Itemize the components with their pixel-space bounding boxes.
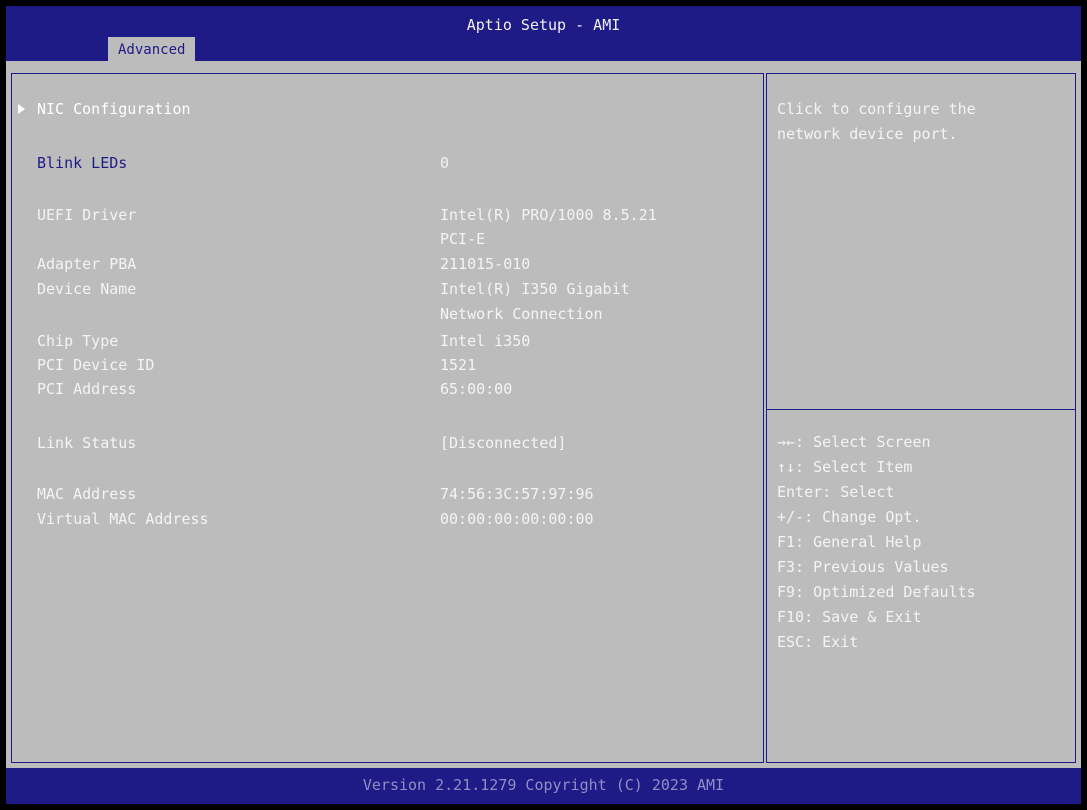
triangle-right-icon [18,104,25,114]
key-hint-select-item: ↑↓: Select Item [777,458,913,476]
mac-address-value: 74:56:3C:57:97:96 [440,485,594,503]
chip-type-value: Intel i350 [440,332,531,350]
pci-device-id-label: PCI Device ID [37,356,155,374]
device-name-value-cont: Network Connection [440,305,603,323]
version-text: Version 2.21.1279 Copyright (C) 2023 AMI [362,776,725,794]
key-hint-enter: Enter: Select [777,483,895,501]
blink-leds-label[interactable]: Blink LEDs [37,153,127,173]
virtual-mac-address-value: 00:00:00:00:00:00 [440,510,594,528]
adapter-pba-label: Adapter PBA [37,255,137,273]
app-title: Aptio Setup - AMI [466,16,621,34]
help-description: Click to configure the [777,100,976,118]
pci-address-label: PCI Address [37,380,137,398]
status-bar: Version 2.21.1279 Copyright (C) 2023 AMI [6,768,1081,804]
mac-address-label: MAC Address [37,485,137,503]
key-hint-optimized-defaults: F9: Optimized Defaults [777,583,976,601]
blink-leds-value[interactable]: 0 [440,153,449,173]
link-status-value: [Disconnected] [440,434,567,452]
key-hint-general-help: F1: General Help [777,533,922,551]
uefi-driver-value-cont: PCI-E [440,230,486,248]
adapter-pba-value: 211015-010 [440,255,531,273]
key-hint-save-exit: F10: Save & Exit [777,608,922,626]
help-divider [767,409,1075,410]
key-hint-previous-values: F3: Previous Values [777,558,949,576]
device-name-label: Device Name [37,280,137,298]
key-hint-change-opt: +/-: Change Opt. [777,508,922,526]
key-hint-select-screen: →←: Select Screen [777,433,931,451]
link-status-label: Link Status [37,434,137,452]
bios-window: Aptio Setup - AMI Advanced NIC Configura… [6,6,1081,804]
title-bar: Aptio Setup - AMI Advanced [6,6,1081,61]
pci-device-id-value: 1521 [440,356,477,374]
settings-panel: NIC Configuration Blink LEDs 0 UEFI Driv… [11,73,764,763]
chip-type-label: Chip Type [37,332,119,350]
pci-address-value: 65:00:00 [440,380,513,398]
help-description-cont: network device port. [777,125,958,143]
uefi-driver-value: Intel(R) PRO/1000 8.5.21 [440,206,657,224]
menu-item-nic-configuration[interactable]: NIC Configuration [37,99,191,119]
device-name-value: Intel(R) I350 Gigabit [440,280,630,298]
key-hint-esc-exit: ESC: Exit [777,633,859,651]
help-panel: Click to configure the network device po… [766,73,1076,763]
uefi-driver-label: UEFI Driver [37,206,137,224]
tab-advanced[interactable]: Advanced [108,37,196,61]
virtual-mac-address-label: Virtual MAC Address [37,510,209,528]
